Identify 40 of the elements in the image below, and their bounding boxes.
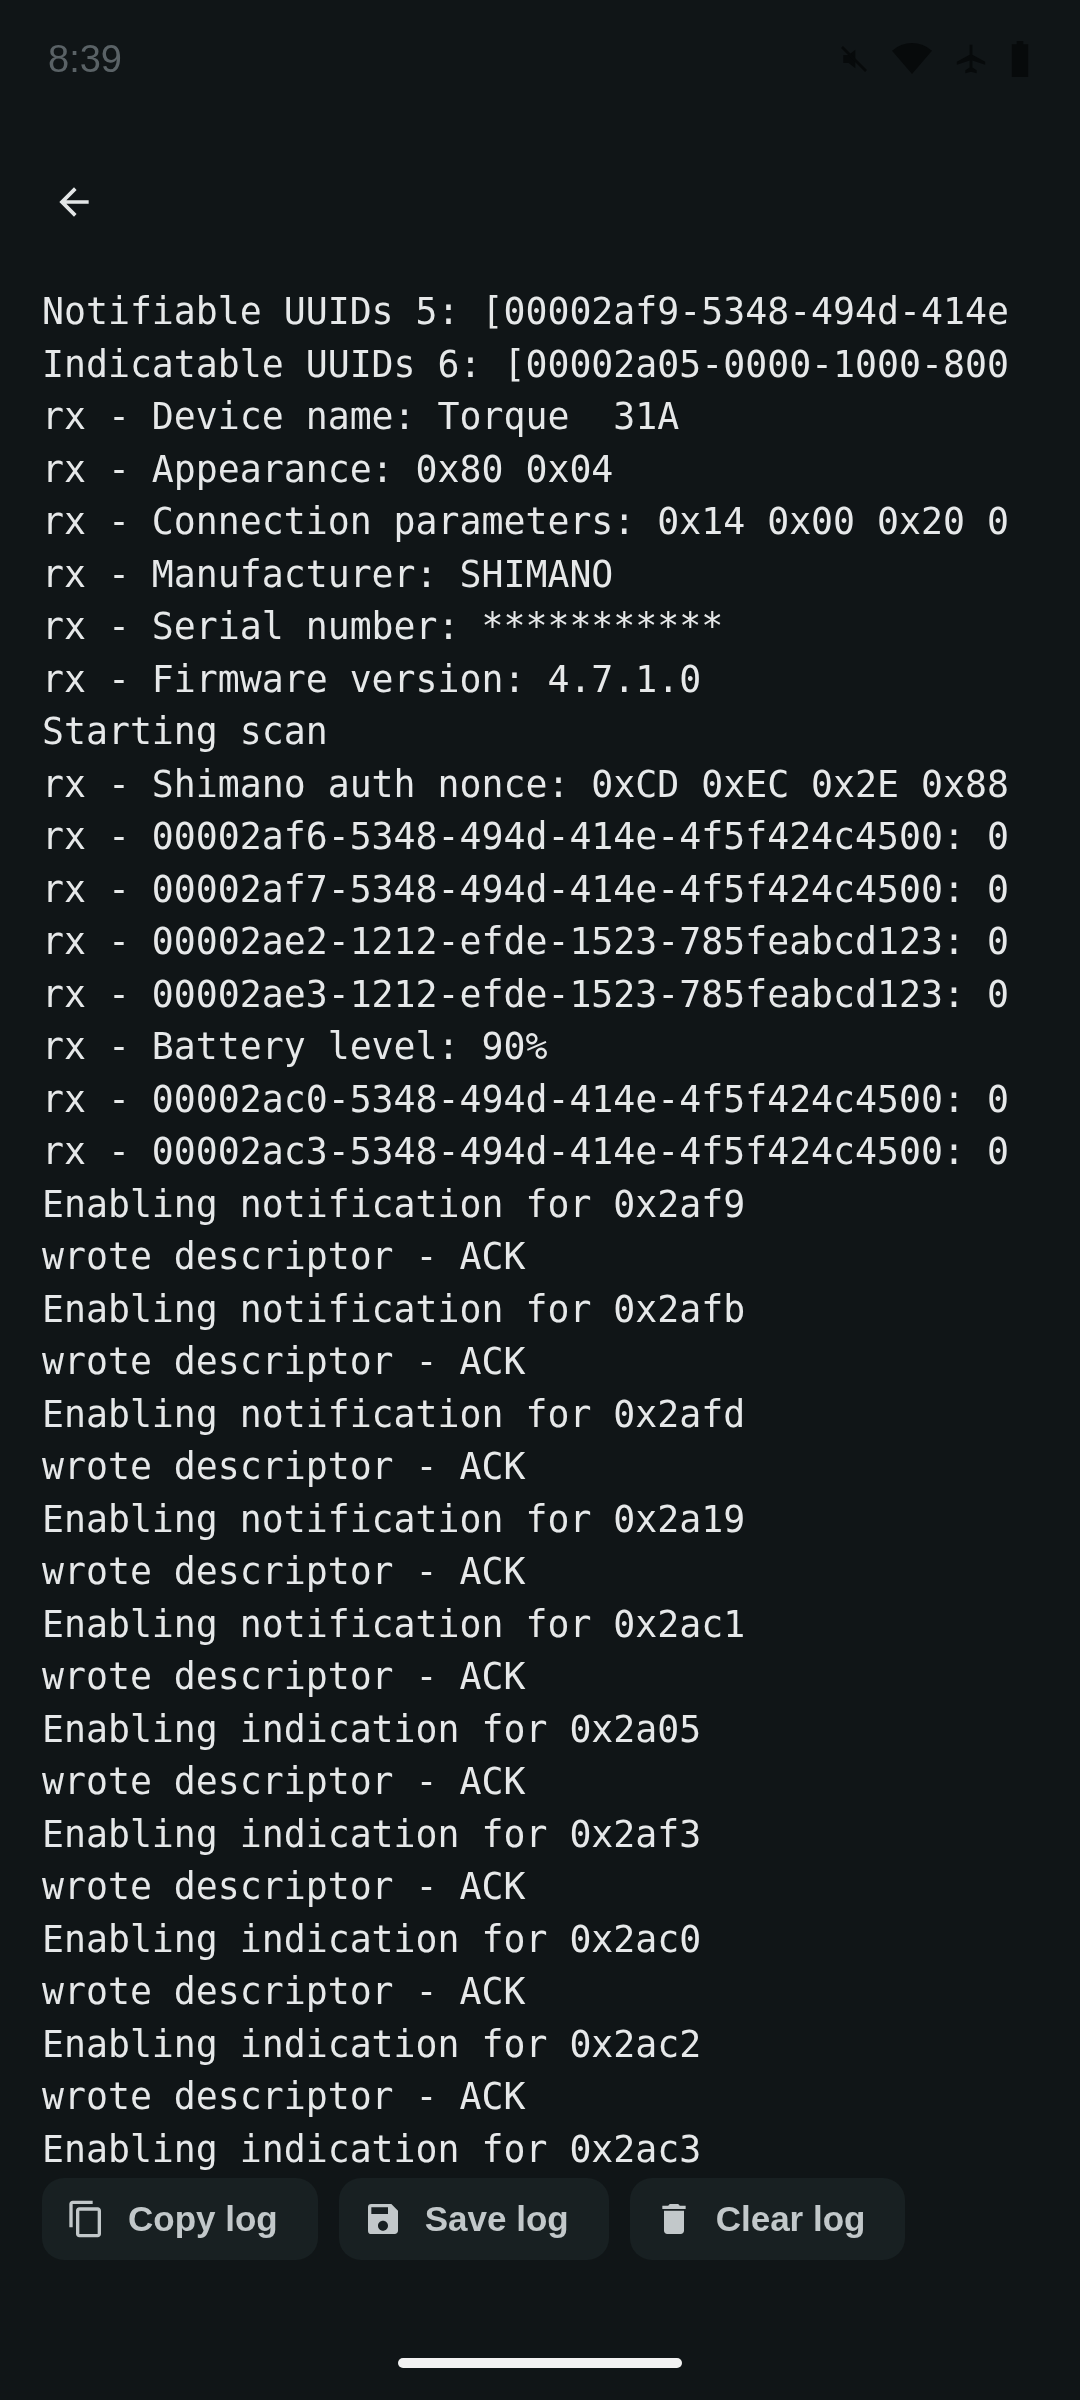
- log-line: Enabling indication for 0x2a05: [42, 1706, 702, 1753]
- log-line: rx - Manufacturer: SHIMANO: [42, 551, 614, 598]
- log-line: wrote descriptor - ACK: [42, 1444, 526, 1490]
- save-log-button[interactable]: Save log: [338, 2178, 609, 2260]
- log-line: rx - Serial number: ***********: [42, 604, 724, 650]
- log-line: wrote descriptor - ACK: [42, 1759, 526, 1805]
- log-line: Enabling notification for 0x2af9: [42, 1181, 746, 1228]
- log-line: Enabling indication for 0x2ac2: [42, 2021, 702, 2068]
- log-line: Enabling indication for 0x2ac3: [42, 2126, 702, 2170]
- log-line: wrote descriptor - ACK: [42, 1864, 526, 1910]
- log-line: Notifiable UUIDs 5: [00002af9-5348-494d-414e: [42, 289, 1009, 335]
- log-line: Indicatable UUIDs 6: [00002a05-0000-1000-800: [42, 341, 1009, 388]
- log-line: Enabling notification for 0x2a19: [42, 1496, 746, 1543]
- clear-log-button[interactable]: Clear log: [629, 2178, 906, 2260]
- log-line: rx - Device name: Torque 31A: [42, 394, 680, 440]
- status-time: 8:39: [48, 37, 122, 81]
- log-line: Starting scan: [42, 709, 328, 755]
- log-line: Enabling notification for 0x2afb: [42, 1286, 746, 1333]
- copy-log-button[interactable]: Copy log: [42, 2178, 318, 2260]
- log-line: Enabling notification for 0x2afd: [42, 1391, 746, 1438]
- log-line: rx - Appearance: 0x80 0x04: [42, 446, 614, 493]
- log-line: rx - Battery level: 90%: [42, 1024, 548, 1070]
- log-line: rx - Shimano auth nonce: 0xCD 0xEC 0x2E 0x88: [42, 761, 1009, 808]
- log-line: rx - 00002ae3-1212-efde-1523-785feabcd123: 0: [42, 971, 1009, 1018]
- log-line: Enabling indication for 0x2ac0: [42, 1916, 702, 1963]
- log-line: rx - 00002ae2-1212-efde-1523-785feabcd123: 0: [42, 919, 1009, 965]
- log-line: wrote descriptor - ACK: [42, 1234, 526, 1280]
- log-line: rx - Connection parameters: 0x14 0x00 0x20 0: [42, 499, 1009, 545]
- log-line: rx - 00002af6-5348-494d-414e-4f5f424c4500: 0: [42, 814, 1009, 860]
- log-line: wrote descriptor - ACK: [42, 1654, 526, 1700]
- log-line: wrote descriptor - ACK: [42, 1549, 526, 1595]
- log-line: rx - 00002af7-5348-494d-414e-4f5f424c4500: 0: [42, 866, 1009, 913]
- log-line: rx - Firmware version: 4.7.1.0: [42, 656, 702, 703]
- log-line: rx - 00002ac3-5348-494d-414e-4f5f424c4500: 0: [42, 1129, 1009, 1175]
- log-line: wrote descriptor - ACK: [42, 2074, 526, 2120]
- log-line: wrote descriptor - ACK: [42, 1969, 526, 2015]
- log-line: rx - 00002ac0-5348-494d-414e-4f5f424c4500: 0: [42, 1076, 1009, 1123]
- log-line: wrote descriptor - ACK: [42, 1339, 526, 1385]
- log-line: Enabling notification for 0x2ac1: [42, 1601, 746, 1648]
- log-line: Enabling indication for 0x2af3: [42, 1811, 702, 1858]
